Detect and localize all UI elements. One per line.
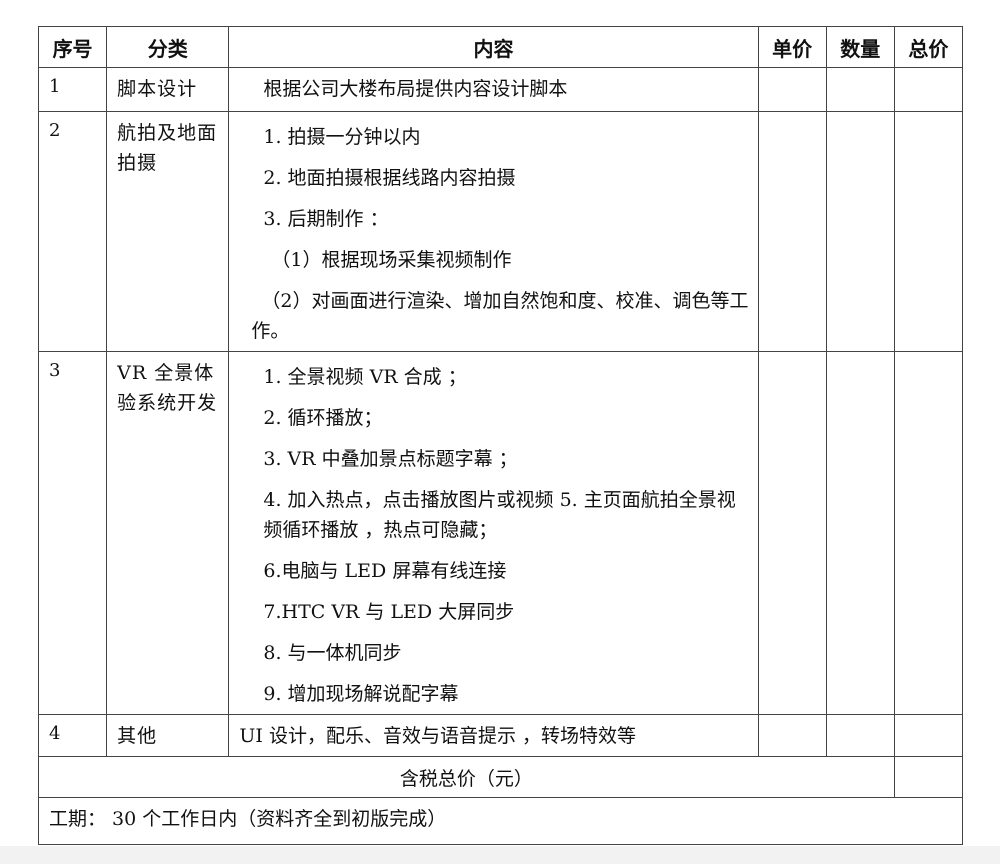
content-line: 8. 与一体机同步 <box>263 642 402 664</box>
row-category: 脚本设计 <box>106 67 230 112</box>
grand-total-cell <box>893 756 964 798</box>
unit-price-cell <box>757 714 827 757</box>
content-line: 3. 后期制作 ： <box>263 208 389 230</box>
header-unit-price: 单价 <box>757 26 827 68</box>
unit-price-cell <box>757 67 827 112</box>
header-no: 序号 <box>37 26 108 68</box>
row-no: 2 <box>37 111 108 352</box>
header-row: 序号 分类 内容 单价 数量 总价 <box>37 26 964 68</box>
total-cell <box>893 67 964 112</box>
row-content: 根据公司大楼布局提供内容设计脚本 <box>228 67 759 112</box>
quantity-cell <box>825 351 895 715</box>
row-category: VR 全景体验系统开发 <box>106 351 230 715</box>
content-line: 7.HTC VR 与 LED 大屏同步 <box>263 601 515 623</box>
row-content: 1. 拍摄一分钟以内 2. 地面拍摄根据线路内容拍摄 3. 后期制作 ： （1）… <box>228 111 759 352</box>
table-row: 1 脚本设计 根据公司大楼布局提供内容设计脚本 <box>37 67 964 112</box>
table-row: 3 VR 全景体验系统开发 1. 全景视频 VR 合成 ； 2. 循环播放； 3… <box>37 351 964 715</box>
document-page: 序号 分类 内容 单价 数量 总价 1 脚本设计 根据公司大楼布局提供内容设计脚… <box>0 0 1000 864</box>
content-line: UI 设计，配乐、音效与语音提示 ，转场特效等 <box>239 725 636 747</box>
content-line: 2. 循环播放； <box>263 407 383 429</box>
header-content: 内容 <box>228 26 759 68</box>
total-label: 含税总价（元） <box>38 756 895 798</box>
table-row: 4 其他 UI 设计，配乐、音效与语音提示 ，转场特效等 <box>37 714 964 757</box>
quantity-cell <box>825 67 895 112</box>
row-no: 3 <box>37 351 108 715</box>
content-line: 6.电脑与 LED 屏幕有线连接 <box>263 560 507 582</box>
content-line: 2. 地面拍摄根据线路内容拍摄 <box>263 167 516 189</box>
content-line: （1）根据现场采集视频制作 <box>271 249 512 271</box>
content-line: 根据公司大楼布局提供内容设计脚本 <box>263 78 568 100</box>
total-row: 含税总价（元） <box>38 756 964 798</box>
header-total: 总价 <box>893 26 964 68</box>
header-quantity: 数量 <box>825 26 895 68</box>
content-line: 1. 拍摄一分钟以内 <box>263 126 421 148</box>
content-line: 4. 加入热点，点击播放图片或视频 5. 主页面航拍全景视频循环播放 ，热点可隐… <box>263 489 736 541</box>
content-line: 3. VR 中叠加景点标题字幕 ； <box>263 448 518 470</box>
content-line: 1. 全景视频 VR 合成 ； <box>263 366 467 388</box>
row-no: 4 <box>37 714 108 757</box>
total-cell <box>893 714 964 757</box>
table-row: 2 航拍及地面拍摄 1. 拍摄一分钟以内 2. 地面拍摄根据线路内容拍摄 3. … <box>37 111 964 352</box>
total-cell <box>893 351 964 715</box>
quantity-cell <box>825 714 895 757</box>
quantity-cell <box>825 111 895 352</box>
page-bottom-edge <box>0 846 1000 864</box>
header-category: 分类 <box>106 26 230 68</box>
row-category: 其他 <box>106 714 230 757</box>
quotation-table: 序号 分类 内容 单价 数量 总价 1 脚本设计 根据公司大楼布局提供内容设计脚… <box>37 26 964 845</box>
work-period: 工期： 30 个工作日内（资料齐全到初版完成） <box>38 797 963 845</box>
period-row: 工期： 30 个工作日内（资料齐全到初版完成） <box>38 797 963 845</box>
total-cell <box>893 111 964 352</box>
row-no: 1 <box>37 67 108 112</box>
row-category: 航拍及地面拍摄 <box>106 111 230 352</box>
unit-price-cell <box>757 351 827 715</box>
unit-price-cell <box>757 111 827 352</box>
row-content: 1. 全景视频 VR 合成 ； 2. 循环播放； 3. VR 中叠加景点标题字幕… <box>228 351 759 715</box>
content-line: （2）对画面进行渲染、增加自然饱和度、校准、调色等工作。 <box>251 290 749 342</box>
row-content: UI 设计，配乐、音效与语音提示 ，转场特效等 <box>228 714 759 757</box>
content-line: 9. 增加现场解说配字幕 <box>263 683 459 705</box>
